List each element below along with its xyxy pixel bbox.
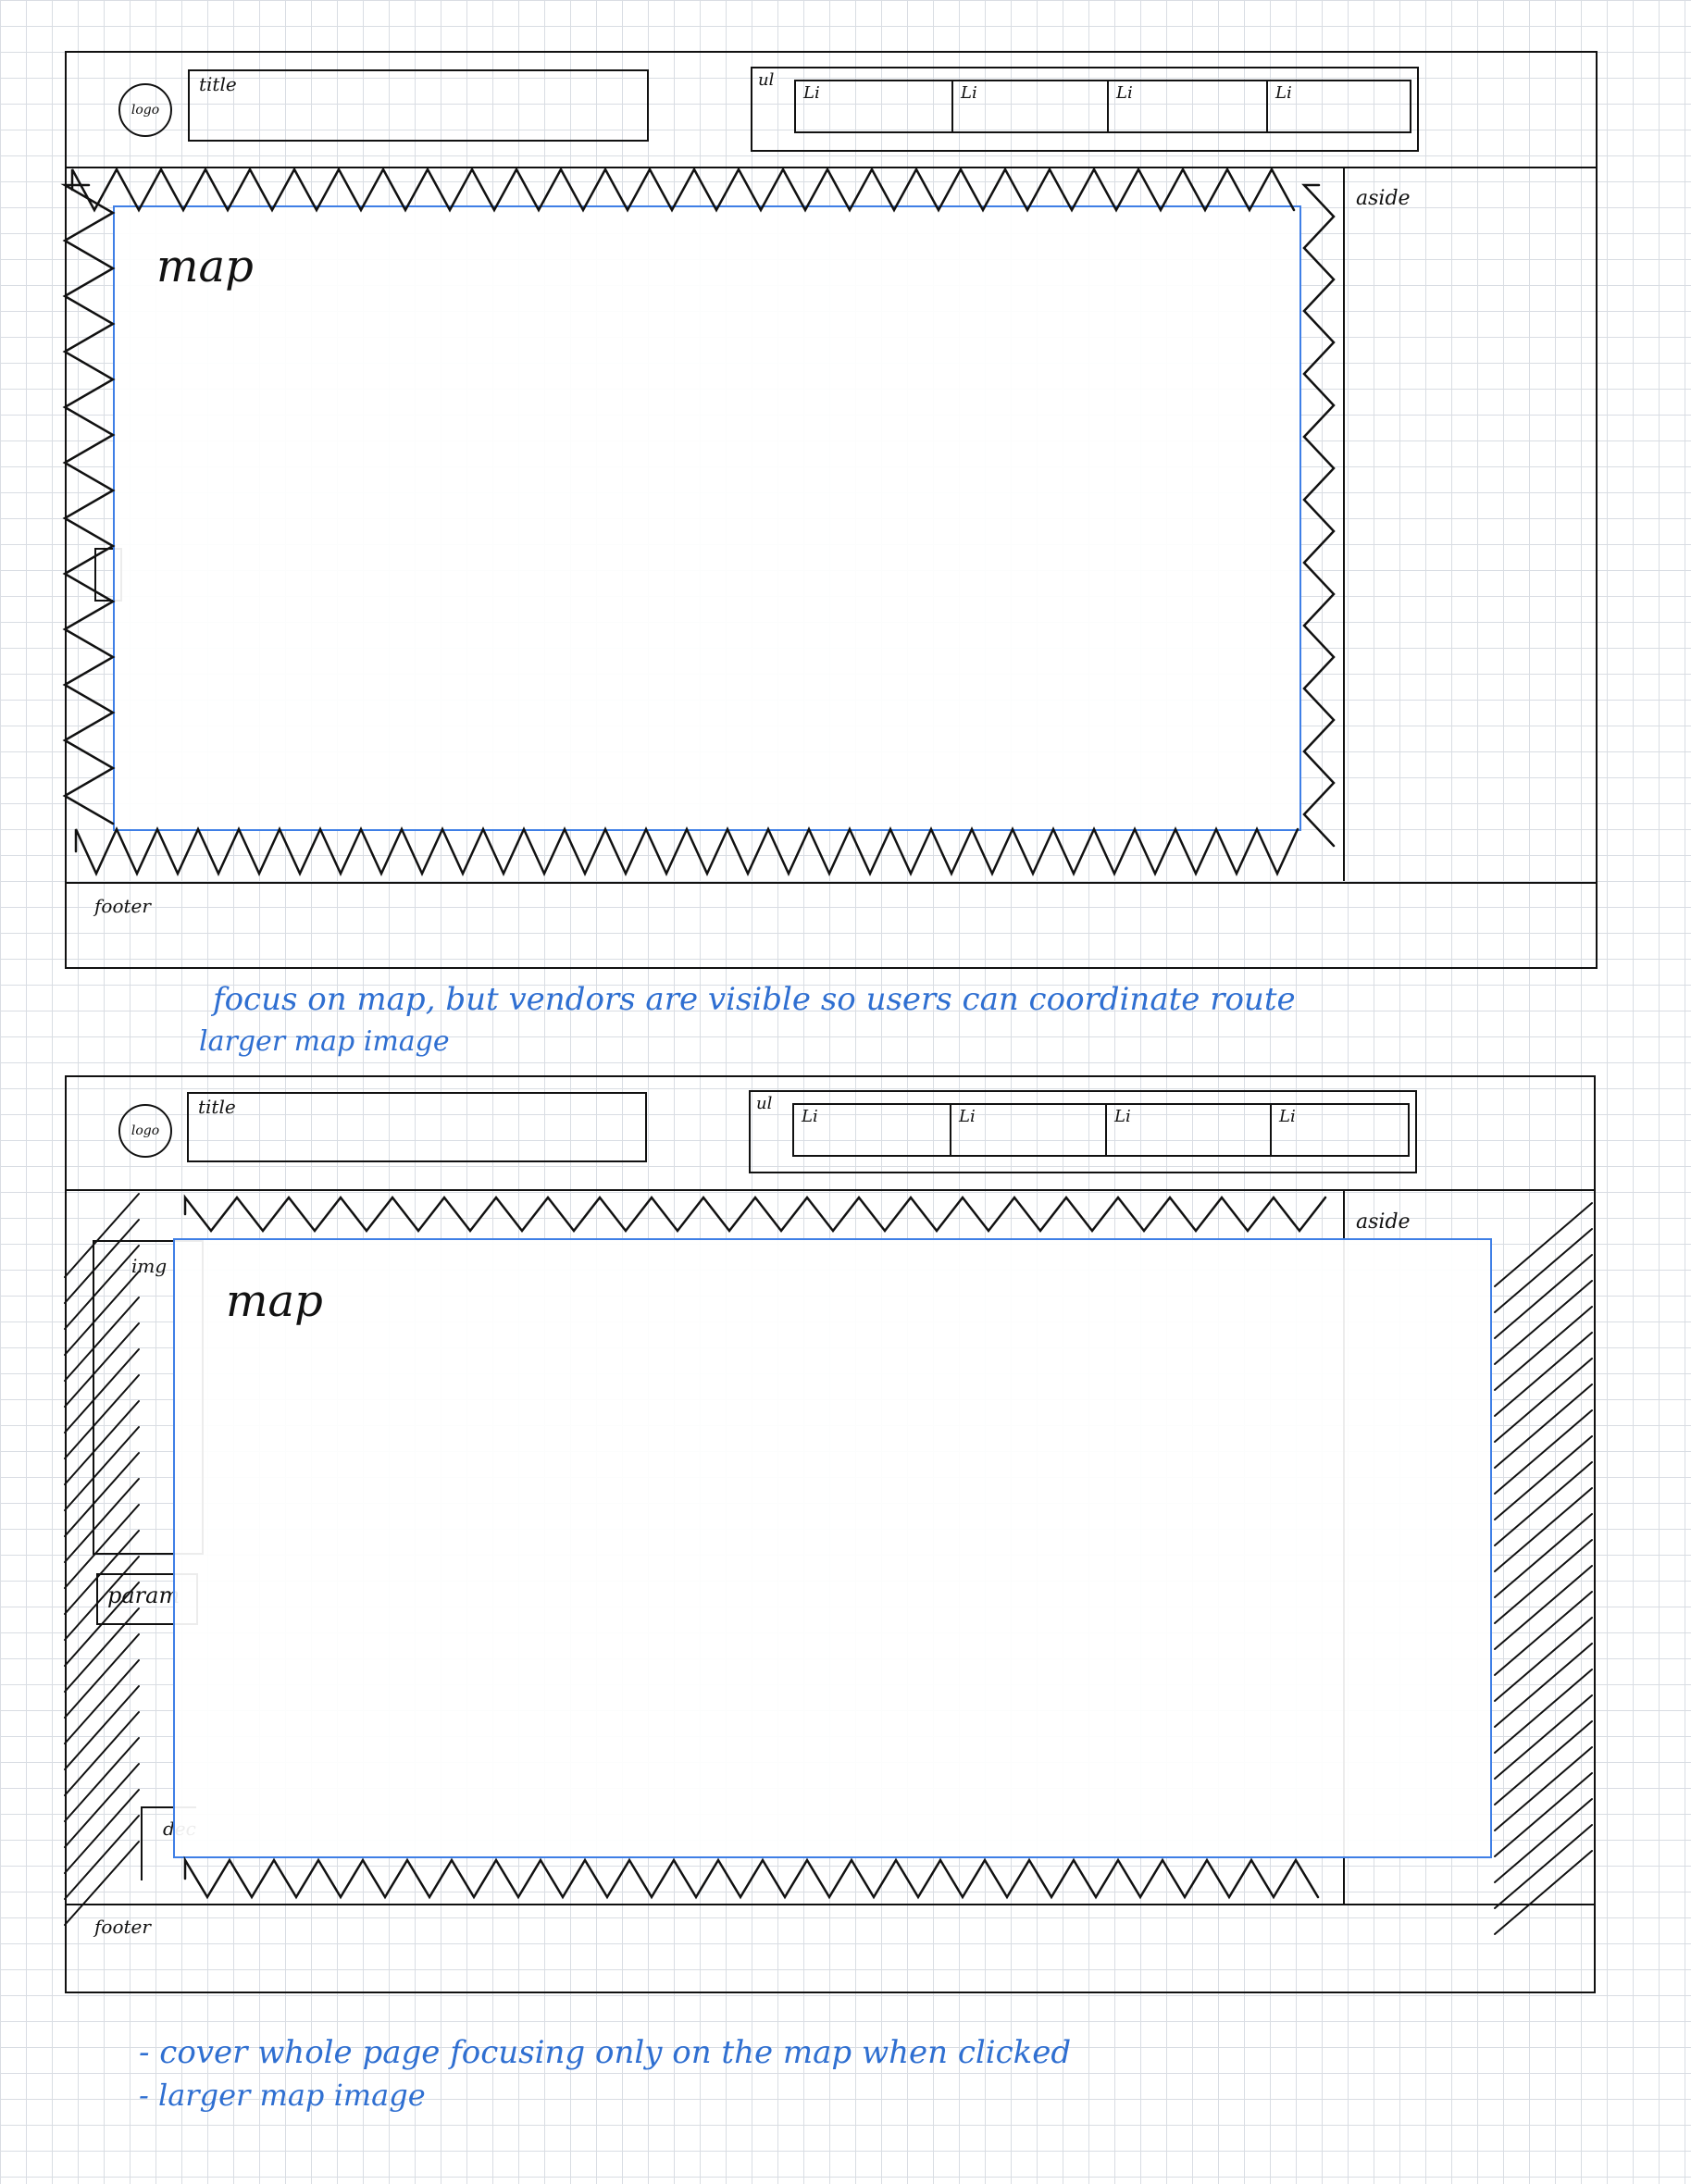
map-label-2: map bbox=[226, 1275, 323, 1327]
nav-li-1: Li bbox=[796, 81, 953, 131]
map-area-2[interactable]: map bbox=[173, 1238, 1492, 1858]
logo-label: logo bbox=[131, 103, 160, 118]
map-area-1[interactable]: map bbox=[113, 205, 1301, 831]
nav-li-4: Li bbox=[1275, 83, 1292, 103]
aside-label-2: aside bbox=[1356, 1210, 1411, 1234]
annotation-2-line-2: - larger map image bbox=[139, 2078, 426, 2113]
nav-li-3: Li bbox=[1107, 1105, 1272, 1155]
logo-2: logo bbox=[118, 1104, 172, 1158]
footer-label-2: footer bbox=[94, 1916, 151, 1938]
nav-li-2: Li bbox=[951, 1105, 1107, 1155]
footer-label-1: footer bbox=[94, 895, 151, 917]
aside-divider-1 bbox=[1343, 167, 1345, 881]
nav-ul-1: ul Li Li Li Li bbox=[751, 67, 1419, 152]
param-label-2: param bbox=[107, 1582, 180, 1608]
img-label-2: img bbox=[131, 1255, 168, 1277]
annotation-2-line-1: - cover whole page focusing only on the … bbox=[139, 2034, 1072, 2071]
ul-label: ul bbox=[756, 1094, 773, 1113]
ul-label: ul bbox=[758, 70, 775, 90]
nav-list-2: Li Li Li Li bbox=[792, 1103, 1410, 1157]
logo-1: logo bbox=[118, 83, 172, 137]
nav-list-1: Li Li Li Li bbox=[794, 80, 1411, 133]
title-box-1: title bbox=[188, 69, 649, 142]
title-label: title bbox=[199, 73, 237, 95]
nav-ul-2: ul Li Li Li Li bbox=[749, 1090, 1417, 1173]
header-divider-2 bbox=[65, 1189, 1596, 1191]
nav-li-4: Li bbox=[1279, 1107, 1296, 1126]
map-label-1: map bbox=[156, 241, 254, 292]
footer-divider-2 bbox=[65, 1904, 1596, 1905]
title-label: title bbox=[198, 1096, 236, 1118]
aside-label-1: aside bbox=[1356, 187, 1411, 210]
footer-divider-1 bbox=[65, 882, 1598, 884]
logo-label: logo bbox=[131, 1123, 160, 1138]
title-box-2: title bbox=[187, 1092, 647, 1162]
nav-li-2: Li bbox=[953, 81, 1109, 131]
nav-li-1: Li bbox=[794, 1105, 951, 1155]
annotation-1-line-1: focus on map, but vendors are visible so… bbox=[213, 981, 1296, 1018]
annotation-1-line-2: larger map image bbox=[199, 1025, 450, 1058]
nav-li-3: Li bbox=[1109, 81, 1268, 131]
